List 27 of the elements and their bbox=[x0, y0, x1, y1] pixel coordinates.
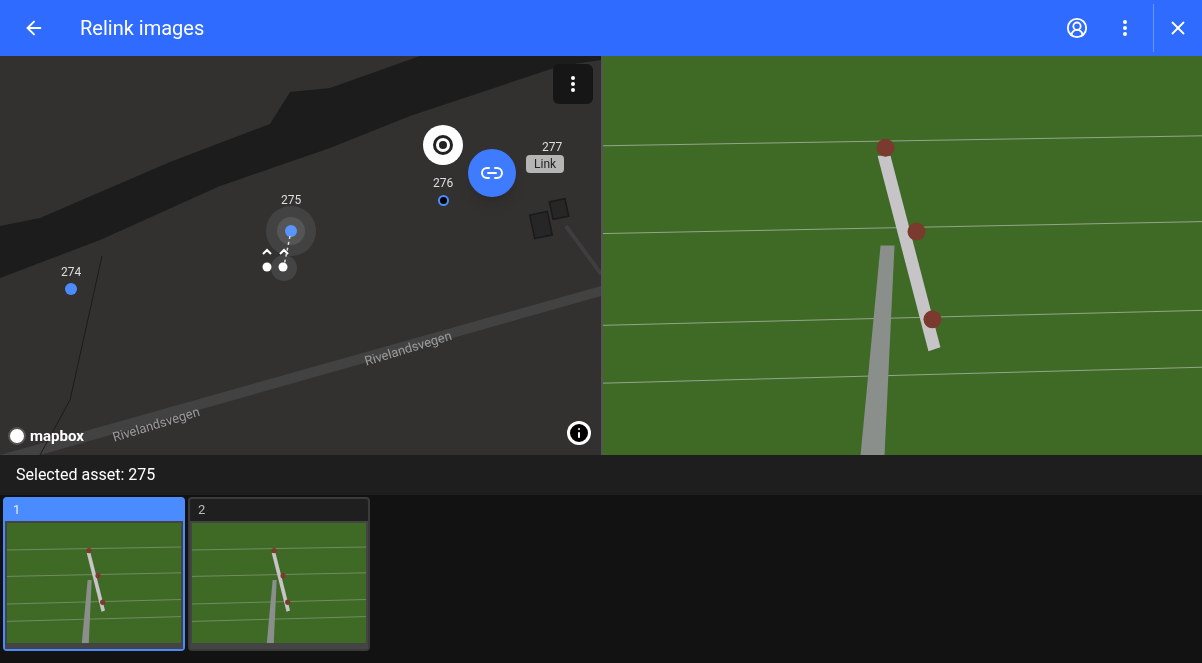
status-text: Selected asset: 275 bbox=[16, 464, 156, 486]
asset-label: 275 bbox=[281, 194, 302, 206]
building-shape bbox=[548, 197, 570, 221]
menu-icon bbox=[1123, 20, 1127, 36]
asset-label: 277 bbox=[542, 141, 563, 153]
window-title: Relink images bbox=[80, 15, 205, 42]
asset-label: 274 bbox=[61, 266, 82, 278]
selected-asset-marker[interactable] bbox=[266, 206, 316, 256]
menu-icon bbox=[571, 76, 575, 92]
path-line bbox=[564, 224, 601, 276]
map-menu-button[interactable] bbox=[553, 64, 593, 104]
building-shape bbox=[528, 210, 554, 240]
thumbnail-label: 2 bbox=[197, 501, 207, 519]
target-icon bbox=[433, 135, 453, 155]
asset-label: 276 bbox=[433, 177, 454, 189]
info-button[interactable] bbox=[567, 421, 591, 445]
target-button[interactable] bbox=[423, 125, 463, 165]
handles-drawing[interactable] bbox=[260, 236, 300, 282]
link-tooltip: Link bbox=[526, 155, 565, 173]
asset-marker[interactable] bbox=[65, 283, 77, 295]
info-icon bbox=[567, 421, 591, 445]
image-thumbnail[interactable]: 2 bbox=[188, 497, 370, 651]
account-icon bbox=[1066, 17, 1088, 39]
link-button[interactable] bbox=[468, 149, 516, 197]
thumbnail-label: 1 bbox=[12, 501, 22, 519]
asset-marker[interactable] bbox=[438, 195, 449, 206]
mapbox-logo: mapbox bbox=[8, 424, 84, 447]
